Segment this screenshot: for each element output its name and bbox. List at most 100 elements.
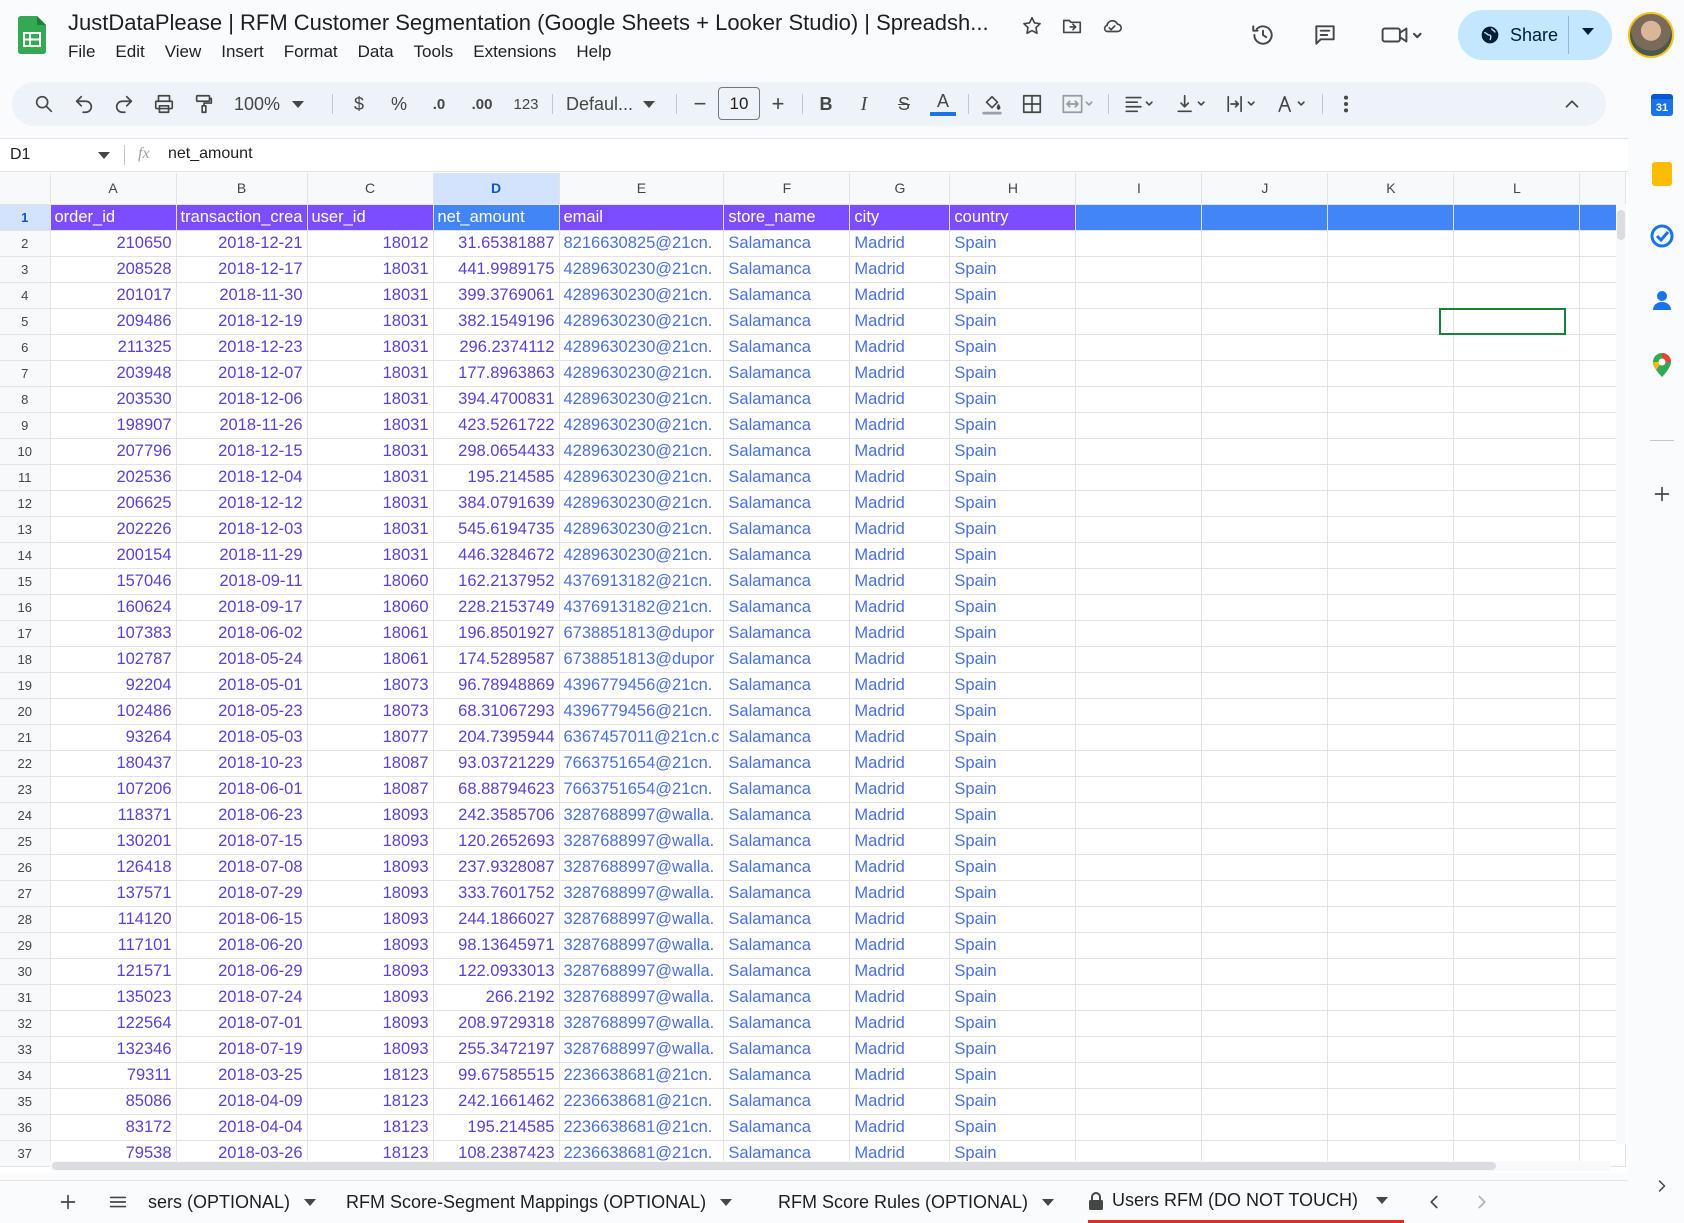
cell[interactable]: 195.214585 [433, 1114, 560, 1141]
cell[interactable]: Salamanca [723, 594, 851, 621]
cell[interactable] [1075, 1088, 1203, 1115]
cell[interactable]: 18077 [307, 724, 434, 751]
cell[interactable]: 2018-07-01 [176, 1010, 308, 1037]
cell[interactable] [1201, 880, 1329, 907]
cell[interactable]: Madrid [849, 854, 951, 881]
cell[interactable]: 122564 [50, 1010, 177, 1037]
cell[interactable] [1453, 932, 1581, 959]
cell[interactable] [1453, 230, 1581, 257]
row-header[interactable]: 10 [0, 438, 51, 465]
cell[interactable]: 18060 [307, 568, 434, 595]
cell[interactable]: 4289630230@21cn. [559, 386, 725, 413]
cell[interactable]: Madrid [849, 1036, 951, 1063]
cell[interactable] [1327, 1114, 1455, 1141]
cell[interactable] [1075, 828, 1203, 855]
cell[interactable] [1075, 230, 1203, 257]
cell[interactable] [1327, 568, 1455, 595]
select-all-corner[interactable] [0, 173, 51, 205]
cell[interactable]: Salamanca [723, 672, 851, 699]
cell[interactable]: 18012 [307, 230, 434, 257]
cell[interactable]: 4289630230@21cn. [559, 464, 725, 491]
borders-icon[interactable] [1020, 92, 1044, 116]
cell[interactable]: Spain [949, 438, 1077, 465]
cell[interactable]: 208.9729318 [433, 1010, 560, 1037]
row-header[interactable]: 3 [0, 256, 51, 283]
cell[interactable]: 2018-07-24 [176, 984, 308, 1011]
cell[interactable] [1327, 360, 1455, 387]
cell[interactable]: Madrid [849, 750, 951, 777]
cell[interactable] [1453, 802, 1581, 829]
cell[interactable]: 102787 [50, 646, 177, 673]
cell[interactable]: Madrid [849, 464, 951, 491]
cell[interactable]: Madrid [849, 776, 951, 803]
cell[interactable] [1075, 984, 1203, 1011]
cell[interactable]: Spain [949, 490, 1077, 517]
row-header[interactable]: 18 [0, 646, 51, 673]
cell[interactable]: 3287688997@walla. [559, 854, 725, 881]
redo-icon[interactable] [112, 92, 136, 116]
cell[interactable]: Madrid [849, 1062, 951, 1089]
cell[interactable]: 180437 [50, 750, 177, 777]
cell[interactable]: Madrid [849, 1010, 951, 1037]
cell[interactable]: 2018-11-29 [176, 542, 308, 569]
column-header[interactable]: G [849, 173, 951, 205]
cell[interactable]: 6738851813@dupor [559, 620, 725, 647]
cell[interactable] [1075, 1036, 1203, 1063]
cell[interactable] [1327, 880, 1455, 907]
cell[interactable]: 83172 [50, 1114, 177, 1141]
version-history-icon[interactable] [1246, 18, 1280, 52]
cell[interactable]: Salamanca [723, 906, 851, 933]
cell[interactable] [1453, 1036, 1581, 1063]
cell[interactable]: 18093 [307, 802, 434, 829]
comments-icon[interactable] [1308, 18, 1342, 52]
cell[interactable]: 18073 [307, 698, 434, 725]
cell[interactable] [1327, 464, 1455, 491]
hide-side-panel-icon[interactable] [1652, 1176, 1672, 1196]
cell[interactable]: 2018-06-20 [176, 932, 308, 959]
cell[interactable]: 2018-07-08 [176, 854, 308, 881]
cell[interactable] [1201, 906, 1329, 933]
cell[interactable]: 18031 [307, 334, 434, 361]
cell[interactable]: Madrid [849, 672, 951, 699]
cell[interactable]: 2018-12-17 [176, 256, 308, 283]
row-header[interactable]: 32 [0, 1010, 51, 1037]
cell[interactable]: 6367457011@21cn.c [559, 724, 725, 751]
cell[interactable]: 18093 [307, 984, 434, 1011]
cell[interactable]: 399.3769061 [433, 282, 560, 309]
header-cell[interactable]: country [949, 204, 1077, 231]
cell[interactable]: Madrid [849, 984, 951, 1011]
cell[interactable]: Spain [949, 932, 1077, 959]
cell[interactable] [1453, 646, 1581, 673]
all-sheets-icon[interactable] [106, 1190, 130, 1214]
row-header[interactable]: 34 [0, 1062, 51, 1089]
cell[interactable]: 4289630230@21cn. [559, 308, 725, 335]
chevron-down-icon[interactable] [1582, 28, 1594, 35]
cell[interactable]: Spain [949, 360, 1077, 387]
cell[interactable] [1075, 854, 1203, 881]
cell[interactable]: 3287688997@walla. [559, 880, 725, 907]
cell[interactable]: Salamanca [723, 984, 851, 1011]
row-header[interactable]: 19 [0, 672, 51, 699]
cell[interactable]: Salamanca [723, 1114, 851, 1141]
cell[interactable] [1201, 854, 1329, 881]
cell[interactable] [1327, 542, 1455, 569]
cell[interactable]: 2018-12-04 [176, 464, 308, 491]
search-menus-icon[interactable] [32, 92, 56, 116]
cell[interactable]: 96.78948869 [433, 672, 560, 699]
add-sheet-icon[interactable] [56, 1190, 80, 1214]
cell[interactable]: Spain [949, 1114, 1077, 1141]
cell[interactable]: 4289630230@21cn. [559, 282, 725, 309]
cell[interactable] [1453, 880, 1581, 907]
cell[interactable] [1327, 1036, 1455, 1063]
cell[interactable] [1075, 906, 1203, 933]
vertical-scrollbar[interactable] [1616, 204, 1626, 1144]
column-header[interactable]: I [1075, 173, 1203, 205]
menu-tools[interactable]: Tools [414, 42, 454, 62]
get-addons-icon[interactable] [1650, 482, 1674, 506]
column-header[interactable]: K [1327, 173, 1455, 205]
cell[interactable]: 3287688997@walla. [559, 932, 725, 959]
row-header[interactable]: 17 [0, 620, 51, 647]
sheet-tab[interactable]: RFM Score Rules (OPTIONAL) [778, 1181, 1078, 1223]
sheets-logo[interactable] [18, 16, 46, 54]
cell[interactable]: 2018-12-06 [176, 386, 308, 413]
